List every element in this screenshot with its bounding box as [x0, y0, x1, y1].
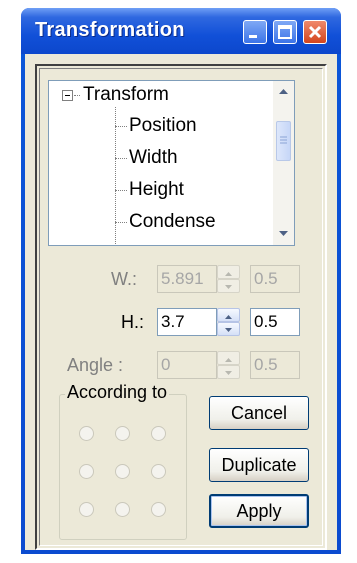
anchor-top-center-radio[interactable]: [115, 426, 130, 441]
collapse-icon[interactable]: [62, 90, 73, 101]
close-icon: [308, 25, 322, 39]
tree-connector-vertical: [115, 107, 116, 245]
anchor-bottom-left-radio[interactable]: [79, 502, 94, 517]
maximize-icon: [278, 25, 292, 39]
minimize-icon: [249, 35, 257, 38]
according-to-label: According to: [65, 382, 170, 403]
anchor-top-left-radio[interactable]: [79, 426, 94, 441]
dialog-client-area: Transform Position Width Height Condense: [25, 54, 337, 550]
height-label: H.:: [121, 312, 145, 332]
anchor-bottom-right-radio[interactable]: [151, 502, 166, 517]
angle-spinner[interactable]: [217, 351, 240, 379]
tree-connector: [74, 95, 80, 96]
grip-icon: [280, 136, 287, 144]
height-spin-up[interactable]: [217, 308, 240, 322]
arrow-up-icon: [225, 315, 232, 319]
tree-item-transform[interactable]: Transform: [83, 83, 169, 107]
cancel-button[interactable]: Cancel: [209, 396, 309, 430]
angle-spin-up[interactable]: [217, 351, 240, 365]
width-label: W.:: [111, 269, 137, 289]
arrow-down-icon: [225, 328, 232, 332]
angle-step-input[interactable]: 0.5: [250, 351, 300, 379]
maximize-button[interactable]: [273, 20, 297, 44]
duplicate-button[interactable]: Duplicate: [209, 448, 309, 482]
anchor-center-radio[interactable]: [115, 464, 130, 479]
height-input[interactable]: 3.7: [157, 308, 217, 336]
arrow-down-icon: [279, 231, 288, 236]
height-spin-down[interactable]: [217, 322, 240, 336]
width-spinner[interactable]: [217, 265, 240, 293]
scroll-up-button[interactable]: [275, 83, 292, 100]
title-bar[interactable]: Transformation: [21, 8, 341, 54]
tree-item-position[interactable]: Position: [129, 114, 197, 138]
tree-connector: [115, 222, 127, 223]
tree-item-height[interactable]: Height: [129, 178, 184, 202]
window-title: Transformation: [35, 19, 185, 41]
arrow-up-icon: [225, 358, 232, 362]
arrow-down-icon: [225, 371, 232, 375]
transform-tree[interactable]: Transform Position Width Height Condense: [48, 80, 295, 246]
minimize-button[interactable]: [243, 20, 267, 44]
tree-item-width[interactable]: Width: [129, 146, 178, 170]
width-spin-down[interactable]: [217, 279, 240, 293]
anchor-middle-left-radio[interactable]: [79, 464, 94, 479]
arrow-up-icon: [279, 89, 288, 94]
tree-connector: [115, 126, 127, 127]
apply-button[interactable]: Apply: [209, 494, 309, 528]
width-input[interactable]: 5.891: [157, 265, 217, 293]
close-button[interactable]: [303, 20, 327, 44]
height-step-input[interactable]: 0.5: [250, 308, 300, 336]
arrow-up-icon: [225, 272, 232, 276]
tree-connector: [115, 158, 127, 159]
angle-spin-down[interactable]: [217, 365, 240, 379]
angle-label: Angle :: [67, 355, 124, 375]
tree-connector: [115, 190, 127, 191]
scroll-down-button[interactable]: [275, 225, 292, 242]
anchor-middle-right-radio[interactable]: [151, 464, 166, 479]
anchor-top-right-radio[interactable]: [151, 426, 166, 441]
transformation-window: Transformation Transform Position Width …: [21, 8, 341, 554]
height-spinner[interactable]: [217, 308, 240, 336]
arrow-down-icon: [225, 285, 232, 289]
scrollbar-thumb[interactable]: [276, 121, 291, 161]
width-step-input[interactable]: 0.5: [250, 265, 300, 293]
angle-input[interactable]: 0: [157, 351, 217, 379]
anchor-bottom-center-radio[interactable]: [115, 502, 130, 517]
tree-scrollbar[interactable]: [273, 81, 294, 245]
tree-item-condense[interactable]: Condense: [129, 210, 216, 234]
width-spin-up[interactable]: [217, 265, 240, 279]
